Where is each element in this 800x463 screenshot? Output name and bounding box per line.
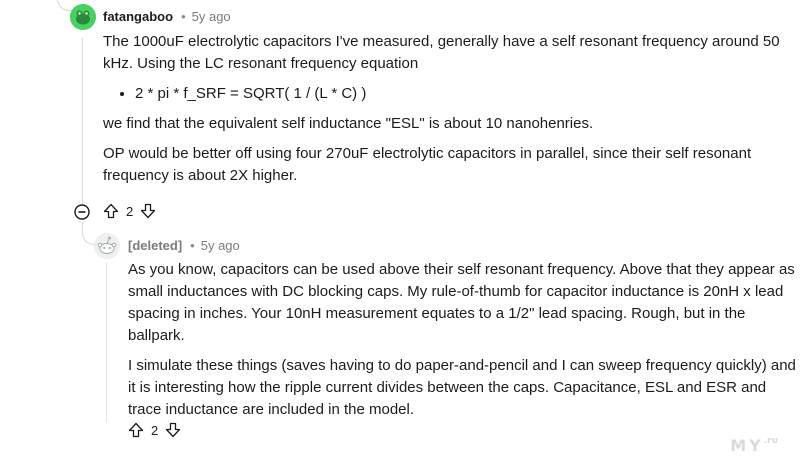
comment-header: fatangaboo • 5y ago — [103, 9, 231, 24]
collapse-minus-icon — [74, 204, 90, 220]
downvote-arrow-icon — [166, 422, 181, 438]
deleted-user-avatar — [94, 233, 120, 259]
upvote-arrow-icon — [128, 422, 144, 438]
reply-header: [deleted] • 5y ago — [128, 238, 240, 253]
downvote-arrow-icon — [141, 203, 156, 219]
thread-connector-line — [57, 0, 72, 11]
reply-author: [deleted] — [128, 238, 183, 253]
reply-timestamp[interactable]: 5y ago — [201, 238, 240, 253]
reply-paragraph: I simulate these things (saves having to… — [128, 357, 796, 418]
comment-author[interactable]: fatangaboo — [103, 9, 173, 24]
deleted-user-avatar-icon — [94, 233, 120, 259]
comment-actions: 2 — [102, 202, 157, 220]
comment-paragraph: we find that the equivalent self inducta… — [103, 115, 594, 132]
upvote-button[interactable] — [102, 202, 120, 220]
reply-thread-line[interactable] — [106, 262, 107, 422]
comment-paragraph: The 1000uF electrolytic capacitors I've … — [103, 33, 780, 72]
comment-paragraph: OP would be better off using four 270uF … — [103, 145, 752, 184]
comment-timestamp[interactable]: 5y ago — [192, 9, 231, 24]
vote-score: 2 — [151, 422, 159, 438]
user-avatar[interactable] — [70, 4, 96, 30]
reply-paragraph: As you know, capacitors can be used abov… — [128, 261, 795, 344]
downvote-button[interactable] — [139, 202, 157, 220]
reply-body: As you know, capacitors can be used abov… — [128, 259, 798, 429]
meta-separator: • — [181, 9, 186, 24]
snoo-avatar-icon — [70, 4, 96, 30]
comment-bullet-list: 2 * pi * f_SRF = SQRT( 1 / (L * C) ) — [103, 83, 793, 105]
reply-actions: 2 — [127, 421, 182, 439]
collapse-thread-button[interactable] — [74, 204, 90, 220]
upvote-button[interactable] — [127, 421, 145, 439]
meta-separator: • — [190, 238, 195, 253]
comment-bullet-item: 2 * pi * f_SRF = SQRT( 1 / (L * C) ) — [135, 83, 793, 105]
site-watermark: MY.ru — [730, 436, 778, 455]
watermark-text: MY — [730, 436, 764, 455]
upvote-arrow-icon — [103, 203, 119, 219]
downvote-button[interactable] — [164, 421, 182, 439]
vote-score: 2 — [126, 203, 134, 219]
thread-line[interactable] — [82, 38, 83, 204]
comment-thread: fatangaboo • 5y ago The 1000uF electroly… — [0, 0, 800, 463]
comment-body: The 1000uF electrolytic capacitors I've … — [103, 31, 793, 195]
watermark-suffix: .ru — [763, 436, 778, 446]
